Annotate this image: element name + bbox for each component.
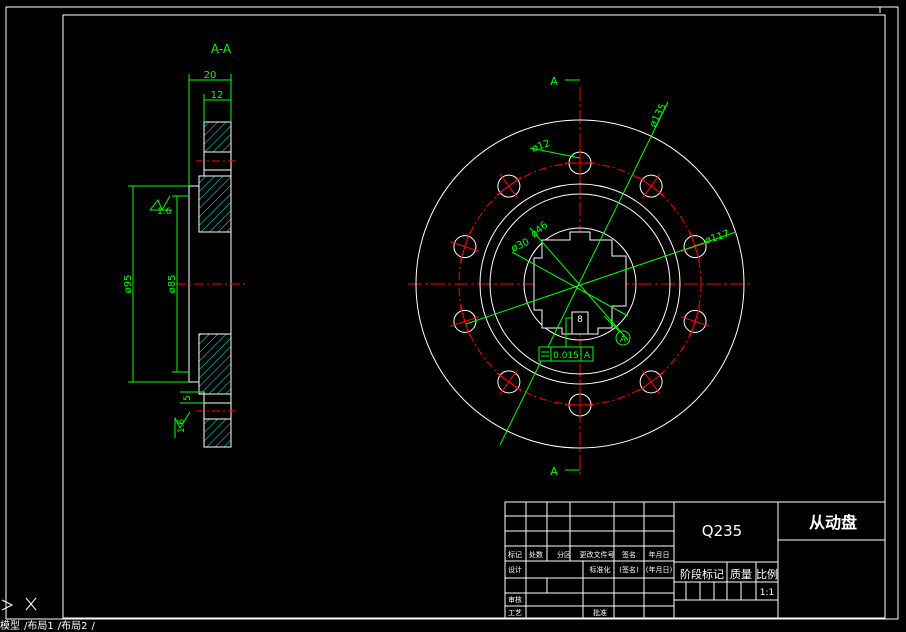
ucs-icon — [1, 597, 37, 611]
dim-bore: ø30 — [510, 237, 532, 255]
dim-hub: ø46 — [529, 220, 551, 241]
datum-label: A — [620, 335, 627, 345]
design-label: 设计 — [508, 565, 522, 574]
section-marker-bottom: A — [550, 465, 558, 478]
header-zone: 分区 — [557, 550, 571, 559]
header-mark: 标记 — [508, 550, 522, 559]
tolerance-value: 0.015 — [553, 351, 579, 361]
dim-step: 5 — [183, 395, 193, 401]
process-label: 工艺 — [508, 609, 522, 617]
header-sign: 签名 — [622, 550, 636, 559]
stage-mark-label: 阶段标记 — [680, 567, 724, 581]
scale-value: 1:1 — [760, 588, 774, 598]
tolerance-datum: A — [584, 351, 591, 361]
inner-frame — [62, 14, 886, 619]
approve-label: 批准 — [593, 608, 607, 617]
scale-label: 比例 — [756, 567, 778, 581]
hatch-top — [203, 121, 232, 153]
dim-width-hub: 12 — [211, 90, 224, 101]
dim-dia-95: ø95 — [123, 275, 134, 294]
material: Q235 — [702, 522, 742, 540]
standardize-label: 标准化 — [590, 565, 611, 574]
dim-hole: ø12 — [530, 138, 551, 155]
hatch-lower — [198, 333, 232, 395]
dim-width-total: 20 — [204, 70, 217, 81]
hatch-bottom — [203, 418, 232, 448]
date-label: (年月日) — [646, 565, 673, 574]
part-name: 从动盘 — [809, 513, 857, 532]
tab-layout-1[interactable]: 布局1 — [27, 621, 53, 632]
header-change-doc: 更改文件号 — [580, 550, 615, 559]
roughness-value: 1.6 — [177, 419, 187, 434]
mass-label: 质量 — [730, 568, 752, 581]
section-marker-top: A — [550, 75, 558, 88]
layout-tabs: 模型/布局1/布局2/ — [0, 621, 906, 632]
title-block-text: Q235 从动盘 阶段标记 质量 比例 1:1 标记 处数 分区 更改文件号 签… — [508, 513, 857, 617]
tab-model[interactable]: 模型 — [0, 621, 20, 632]
section-view: A-A 20 12 ø95 ø85 1.6 5 1.6 — [123, 42, 248, 448]
tab-layout-2[interactable]: 布局2 — [61, 621, 87, 632]
header-count: 处数 — [529, 550, 543, 559]
dim-outer: ø117 — [704, 229, 731, 247]
header-date: 年月日 — [649, 550, 670, 559]
dim-dia-85: ø85 — [167, 275, 178, 294]
roughness-value: 1.6 — [157, 207, 172, 217]
key-width: 8 — [577, 315, 583, 325]
hatch-upper — [198, 175, 232, 233]
outer-frame — [5, 6, 899, 620]
drawing-canvas[interactable]: A-A 20 12 ø95 ø85 1.6 5 1.6 A A 8 ø135 ø… — [0, 0, 906, 632]
sign-label: (签名) — [619, 565, 639, 574]
front-view: A A 8 ø135 ø12 ø117 ø46 ø30 A 0.015 A — [408, 75, 752, 478]
review-label: 审核 — [508, 595, 522, 604]
dim-bolt-circle: ø135 — [648, 102, 669, 129]
section-title: A-A — [211, 42, 232, 56]
